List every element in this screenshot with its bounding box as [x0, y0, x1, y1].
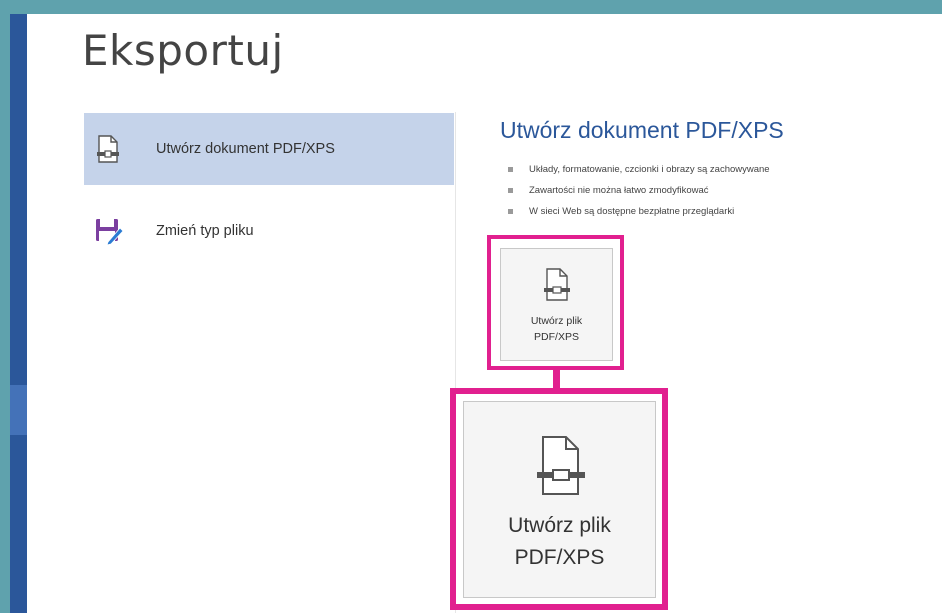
nav-item-label: Zmień typ pliku [156, 223, 254, 239]
button-label: Utwórz plik PDF/XPS [508, 514, 611, 569]
page-title: Eksportuj [82, 26, 284, 75]
bullet-icon [508, 188, 513, 193]
list-item: W sieci Web są dostępne bezpłatne przegl… [508, 201, 770, 222]
create-pdf-xps-button-zoomed[interactable]: Utwórz plik PDF/XPS [463, 401, 656, 598]
create-pdf-xps-button[interactable]: Utwórz plik PDF/XPS [500, 248, 613, 361]
pdf-document-icon [537, 436, 585, 495]
backstage-sidebar-edge [10, 14, 27, 613]
save-as-icon [94, 216, 124, 246]
nav-item-change-file-type[interactable]: Zmień typ pliku [84, 195, 454, 267]
feature-list: Układy, formatowanie, czcionki i obrazy … [508, 159, 770, 222]
list-item: Układy, formatowanie, czcionki i obrazy … [508, 159, 770, 180]
bullet-icon [508, 209, 513, 214]
nav-item-create-pdf-xps[interactable]: Utwórz dokument PDF/XPS [84, 113, 454, 185]
backstage-sidebar-selected-band [10, 385, 27, 435]
section-title: Utwórz dokument PDF/XPS [500, 117, 784, 143]
pdf-document-icon [544, 268, 570, 301]
pdf-document-icon [94, 134, 122, 164]
callout-connector [553, 370, 560, 390]
nav-item-label: Utwórz dokument PDF/XPS [156, 141, 335, 157]
button-label: Utwórz plik PDF/XPS [530, 315, 583, 343]
bullet-icon [508, 167, 513, 172]
list-item: Zawartości nie można łatwo zmodyfikować [508, 180, 770, 201]
